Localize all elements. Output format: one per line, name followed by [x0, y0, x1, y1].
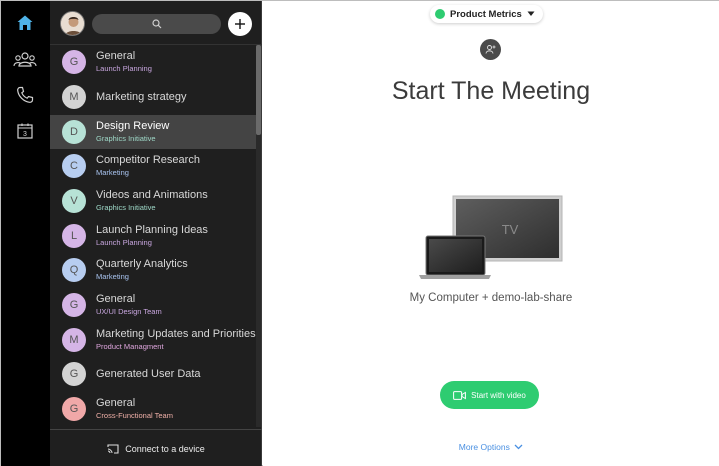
- conversation-name: Launch Planning Ideas: [96, 224, 208, 236]
- home-icon: [17, 15, 33, 30]
- calendar-day: 3: [23, 131, 27, 138]
- conversation-name: Competitor Research: [96, 154, 200, 166]
- conversation-item[interactable]: Q Quarterly Analytics Marketing: [50, 253, 256, 287]
- tv-label: TV: [502, 222, 519, 237]
- conversation-list: G General Launch Planning M Marketing strate…: [50, 45, 256, 427]
- conversation-name: Videos and Animations: [96, 189, 208, 201]
- panel-header: [50, 1, 262, 45]
- conversation-avatar: G: [62, 50, 86, 74]
- search-icon: [151, 19, 161, 29]
- conversation-avatar: Q: [62, 258, 86, 282]
- conversation-avatar: C: [62, 154, 86, 178]
- conversation-item[interactable]: G General Cross-Functional Team: [50, 392, 256, 426]
- conversation-team: Marketing: [96, 272, 129, 281]
- conversation-name: Generated User Data: [96, 368, 201, 380]
- user-avatar[interactable]: [60, 11, 85, 36]
- conversation-name: Design Review: [96, 120, 170, 132]
- room-selector[interactable]: Product Metrics: [430, 5, 543, 23]
- conversation-item[interactable]: G Generated User Data: [50, 357, 256, 391]
- conversation-team: Graphics Initiative: [96, 203, 156, 212]
- page-title: Start The Meeting: [391, 77, 591, 105]
- nav-contacts[interactable]: [11, 46, 39, 74]
- conversation-avatar: M: [62, 328, 86, 352]
- conversation-team: Graphics Initiative: [96, 134, 156, 143]
- nav-rail: 3: [1, 1, 50, 466]
- room-status-dot: [435, 9, 445, 19]
- conversation-avatar: G: [62, 397, 86, 421]
- conversation-name: Marketing strategy: [96, 91, 187, 103]
- calendar-icon: 3: [17, 123, 33, 139]
- app-window: 3 G General Launch Planning M Marketing …: [0, 0, 719, 466]
- video-camera-icon: [453, 390, 467, 400]
- devices-illustration: TV: [419, 195, 563, 279]
- search-input[interactable]: [92, 14, 221, 34]
- conversation-team: Marketing: [96, 168, 129, 177]
- conversation-team: Launch Planning: [96, 64, 152, 73]
- user-avatar-image: [61, 12, 84, 35]
- start-with-video-button[interactable]: Start with video: [440, 381, 539, 409]
- conversation-avatar: G: [62, 362, 86, 386]
- conversation-team: Launch Planning: [96, 238, 152, 247]
- contacts-icon: [13, 52, 37, 67]
- conversation-team: Cross-Functional Team: [96, 411, 173, 420]
- conversation-item[interactable]: M Marketing Updates and Priorities Product…: [50, 323, 256, 357]
- scrollbar[interactable]: [256, 45, 261, 427]
- chevron-down-icon: [527, 11, 535, 16]
- conversation-item[interactable]: G General Launch Planning: [50, 45, 256, 79]
- conversation-item[interactable]: M Marketing strategy: [50, 80, 256, 114]
- conversation-name: General: [96, 50, 136, 62]
- conversation-item[interactable]: G General UX/UI Design Team: [50, 288, 256, 322]
- add-person-icon: [485, 45, 496, 54]
- conversation-name: General: [96, 293, 136, 305]
- add-people-button[interactable]: [480, 39, 501, 60]
- conversation-name: Marketing Updates and Priorities: [96, 328, 256, 340]
- nav-calendar[interactable]: 3: [11, 117, 39, 145]
- connect-device-button[interactable]: Connect to a device: [50, 429, 262, 466]
- conversation-avatar: V: [62, 189, 86, 213]
- conversation-team: Product Managment: [96, 342, 164, 351]
- conversation-item[interactable]: C Competitor Research Marketing: [50, 149, 256, 183]
- conversation-item[interactable]: V Videos and Animations Graphics Initiativ…: [50, 184, 256, 218]
- conversation-avatar: G: [62, 293, 86, 317]
- laptop-icon: [419, 235, 491, 279]
- room-name: Product Metrics: [450, 8, 522, 20]
- nav-home[interactable]: [11, 9, 39, 37]
- meeting-area: Product Metrics Start The Meeting TV My …: [263, 1, 719, 466]
- new-conversation-button[interactable]: [228, 12, 252, 36]
- connect-device-label: Connect to a device: [125, 443, 205, 454]
- scrollbar-thumb[interactable]: [256, 45, 261, 135]
- more-options-label: More Options: [458, 441, 510, 452]
- plus-icon: [235, 19, 245, 29]
- device-label: My Computer + demo-lab-share: [409, 292, 573, 304]
- conversation-avatar: L: [62, 224, 86, 248]
- more-options-link[interactable]: More Options: [263, 441, 719, 452]
- conversation-team: UX/UI Design Team: [96, 307, 162, 316]
- conversation-panel: G General Launch Planning M Marketing strate…: [50, 1, 262, 466]
- conversation-name: Quarterly Analytics: [96, 258, 188, 270]
- chevron-down-icon: [514, 444, 523, 450]
- conversation-avatar: D: [62, 120, 86, 144]
- conversation-avatar: M: [62, 85, 86, 109]
- start-with-video-label: Start with video: [471, 390, 526, 400]
- cast-icon: [107, 443, 119, 454]
- nav-calls[interactable]: [11, 81, 39, 109]
- conversation-item[interactable]: L Launch Planning Ideas Launch Planning: [50, 219, 256, 253]
- phone-icon: [17, 86, 34, 103]
- conversation-item[interactable]: D Design Review Graphics Initiative: [50, 115, 256, 149]
- conversation-name: General: [96, 397, 136, 409]
